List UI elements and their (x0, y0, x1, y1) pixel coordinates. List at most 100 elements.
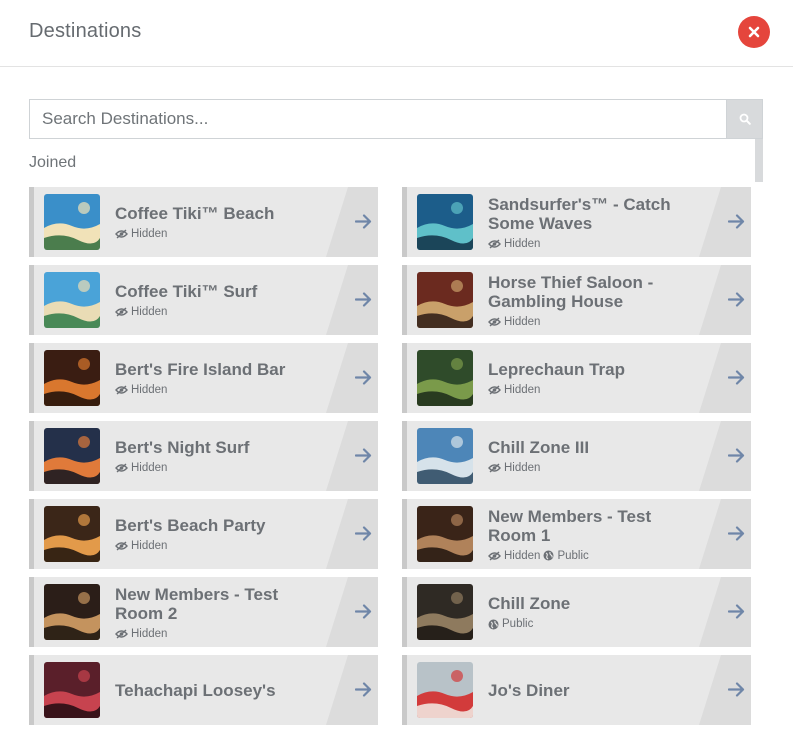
tag-label: Hidden (504, 549, 541, 562)
search-button[interactable] (726, 99, 763, 139)
enter-button[interactable] (699, 343, 751, 413)
destination-info: Tehachapi Loosey's (115, 655, 330, 725)
destination-name: Coffee Tiki™ Beach (115, 204, 275, 223)
tag-label: Hidden (504, 384, 541, 396)
destination-thumbnail (417, 584, 473, 640)
destination-info: Sandsurfer's™ - Catch Some Waves Hidden (488, 187, 703, 257)
destination-tags: Hidden (488, 238, 703, 250)
tag-label: Hidden (131, 540, 168, 552)
arrow-right-icon (728, 604, 745, 619)
hidden-eye-icon (488, 463, 501, 473)
scrollbar[interactable] (755, 139, 763, 182)
modal-header: Destinations (0, 0, 793, 67)
hidden-eye-icon (115, 463, 128, 473)
destination-info: Jo's Diner (488, 655, 703, 725)
enter-button[interactable] (699, 421, 751, 491)
enter-button[interactable] (326, 265, 378, 335)
enter-button[interactable] (326, 421, 378, 491)
tag-label: Hidden (131, 228, 168, 240)
hidden-badge: Hidden (115, 384, 167, 396)
destination-tags: Hidden (488, 384, 703, 396)
hidden-badge: Hidden (488, 238, 540, 250)
destination-tags: Hidden (488, 316, 703, 328)
hidden-badge: Hidden (488, 550, 540, 562)
enter-button[interactable] (699, 499, 751, 569)
destination-card[interactable]: Bert's Fire Island Bar Hidden (29, 343, 378, 413)
enter-button[interactable] (326, 343, 378, 413)
arrow-right-icon (355, 370, 372, 385)
destination-card[interactable]: New Members - Test Room 1 Hidden Public (402, 499, 751, 569)
destination-thumbnail (44, 350, 100, 406)
destination-thumbnail (44, 662, 100, 718)
hidden-eye-icon (488, 238, 501, 249)
hidden-eye-icon (488, 550, 501, 561)
enter-button[interactable] (699, 187, 751, 257)
destination-info: New Members - Test Room 2 Hidden (115, 577, 330, 647)
enter-button[interactable] (326, 577, 378, 647)
destination-name: Jo's Diner (488, 680, 570, 700)
destination-card[interactable]: Sandsurfer's™ - Catch Some Waves Hidden (402, 187, 751, 257)
tag-label: Hidden (131, 627, 168, 640)
arrow-right-icon (355, 526, 372, 541)
destination-card[interactable]: Chill Zone III Hidden (402, 421, 751, 491)
enter-button[interactable] (699, 655, 751, 725)
destination-card[interactable]: Horse Thief Saloon - Gambling House Hidde… (402, 265, 751, 335)
tag-label: Public (502, 618, 534, 630)
enter-button[interactable] (326, 499, 378, 569)
destination-thumbnail (417, 428, 473, 484)
destination-tags: Hidden (115, 540, 330, 552)
destination-card[interactable]: New Members - Test Room 2 Hidden (29, 577, 378, 647)
destination-thumbnail (417, 506, 473, 562)
hidden-eye-icon (115, 628, 128, 639)
destination-card[interactable]: Bert's Night Surf Hidden (29, 421, 378, 491)
destination-name: Bert's Beach Party (115, 516, 266, 535)
destination-card[interactable]: Coffee Tiki™ Surf Hidden (29, 265, 378, 335)
destination-card[interactable]: Leprechaun Trap Hidden (402, 343, 751, 413)
destination-card[interactable]: Chill Zone Public (402, 577, 751, 647)
hidden-eye-icon (488, 316, 501, 327)
arrow-right-icon (728, 214, 745, 229)
enter-button[interactable] (699, 265, 751, 335)
destination-card[interactable]: Bert's Beach Party Hidden (29, 499, 378, 569)
globe-icon (543, 550, 554, 561)
search-icon (739, 113, 751, 125)
destination-card[interactable]: Tehachapi Loosey's (29, 655, 378, 725)
enter-button[interactable] (326, 187, 378, 257)
tag-label: Hidden (504, 462, 541, 474)
arrow-right-icon (355, 292, 372, 307)
search-input[interactable] (29, 99, 726, 139)
hidden-badge: Hidden (115, 306, 167, 318)
search-bar (29, 99, 763, 139)
destination-name: Bert's Fire Island Bar (115, 360, 286, 379)
destination-name: New Members - Test Room 2 (115, 584, 279, 623)
arrow-right-icon (355, 448, 372, 463)
hidden-eye-icon (115, 385, 128, 395)
hidden-badge: Hidden (115, 628, 167, 640)
enter-button[interactable] (326, 655, 378, 725)
destination-info: Coffee Tiki™ Beach Hidden (115, 187, 330, 257)
arrow-right-icon (728, 682, 745, 697)
destination-info: New Members - Test Room 1 Hidden Public (488, 499, 703, 569)
enter-button[interactable] (699, 577, 751, 647)
destination-card[interactable]: Coffee Tiki™ Beach Hidden (29, 187, 378, 257)
tag-label: Hidden (131, 306, 168, 318)
destination-card[interactable]: Jo's Diner (402, 655, 751, 725)
destination-thumbnail (417, 662, 473, 718)
destination-info: Horse Thief Saloon - Gambling House Hidde… (488, 265, 703, 335)
destination-thumbnail (417, 350, 473, 406)
public-badge: Public (543, 549, 589, 562)
destination-name: Coffee Tiki™ Surf (115, 282, 258, 301)
hidden-badge: Hidden (488, 384, 540, 396)
destination-thumbnail (44, 428, 100, 484)
public-badge: Public (488, 618, 533, 630)
close-button[interactable] (738, 16, 770, 48)
arrow-right-icon (355, 682, 372, 697)
tag-label: Public (557, 549, 589, 562)
hidden-badge: Hidden (488, 316, 540, 328)
globe-icon (488, 619, 499, 629)
destination-info: Chill Zone III Hidden (488, 421, 703, 491)
hidden-badge: Hidden (115, 540, 167, 552)
destination-name: Sandsurfer's™ - Catch Some Waves (488, 194, 671, 233)
arrow-right-icon (728, 448, 745, 463)
destination-name: Bert's Night Surf (115, 438, 250, 457)
